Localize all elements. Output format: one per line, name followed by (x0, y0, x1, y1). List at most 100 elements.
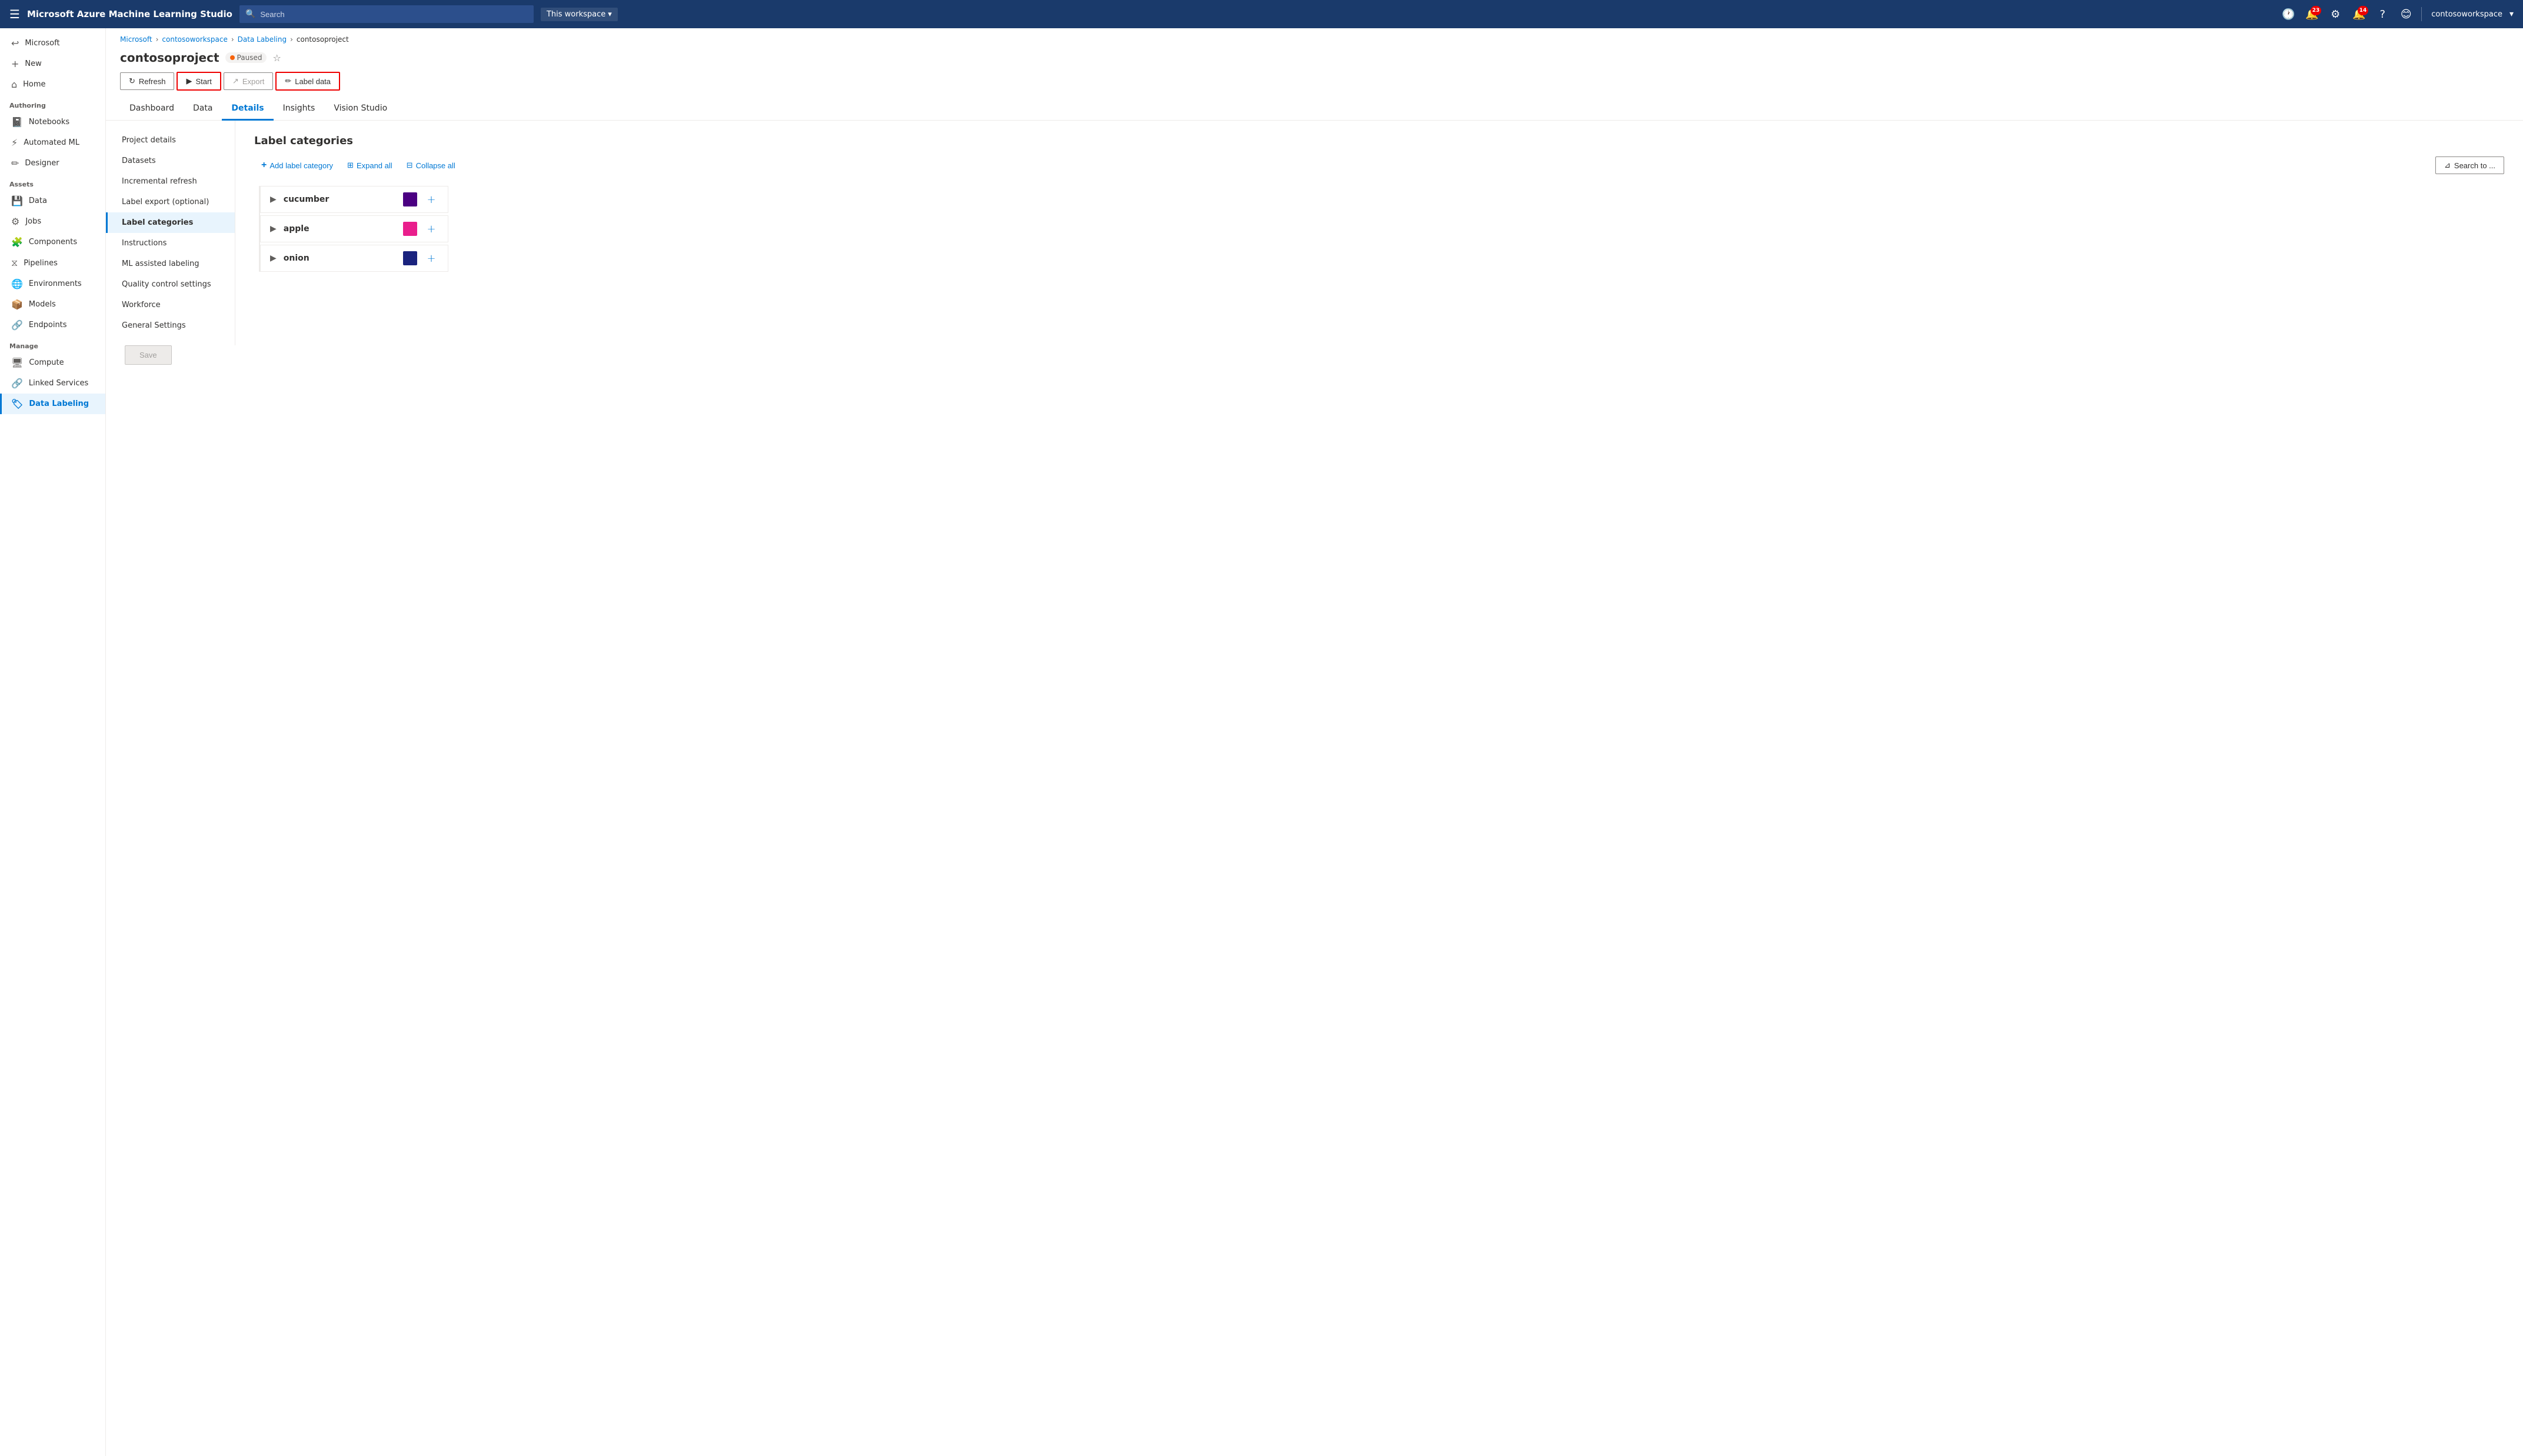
label-data-button[interactable]: ✏ Label data (275, 72, 340, 91)
sidebar-item-endpoints[interactable]: 🔗 Endpoints (0, 315, 105, 335)
refresh-label: Refresh (139, 77, 166, 86)
notification-badge-2: 14 (2358, 6, 2369, 15)
start-button[interactable]: ▶ Start (177, 72, 221, 91)
refresh-button[interactable]: ↻ Refresh (120, 72, 174, 90)
sidebar-item-designer[interactable]: ✏ Designer (0, 153, 105, 174)
onion-expand-icon[interactable]: ▶ (270, 254, 277, 263)
sidebar-item-microsoft[interactable]: ↩ Microsoft (0, 33, 105, 54)
breadcrumb-workspace[interactable]: contosoworkspace (162, 35, 227, 44)
workspace-label: This workspace (547, 10, 605, 19)
help-icon-btn[interactable]: ? (2372, 4, 2393, 25)
leftnav-general-settings[interactable]: General Settings (106, 315, 235, 336)
jobs-icon: ⚙ (11, 216, 19, 227)
sidebar-item-compute[interactable]: 🖥 Compute (0, 352, 105, 373)
user-chevron-icon[interactable]: ▾ (2509, 9, 2514, 19)
sidebar-item-new[interactable]: + New (0, 54, 105, 74)
sidebar-item-components[interactable]: 🧩 Components (0, 232, 105, 252)
tab-data-label: Data (193, 104, 212, 113)
tab-details[interactable]: Details (222, 98, 273, 121)
leftnav-label-export[interactable]: Label export (optional) (106, 192, 235, 212)
leftnav-workforce[interactable]: Workforce (106, 295, 235, 315)
app-layout: ↩ Microsoft + New ⌂ Home Authoring 📓 Not… (0, 28, 2523, 1456)
breadcrumb-data-labeling[interactable]: Data Labeling (238, 35, 287, 44)
sidebar-item-linked-services[interactable]: 🔗 Linked Services (0, 373, 105, 394)
sidebar-item-home[interactable]: ⌂ Home (0, 74, 105, 95)
alert-icon-btn[interactable]: 🔔 14 (2348, 4, 2369, 25)
nav-divider (2421, 7, 2422, 21)
components-icon: 🧩 (11, 236, 23, 248)
apple-add-child-button[interactable]: + (424, 222, 438, 236)
sidebar: ↩ Microsoft + New ⌂ Home Authoring 📓 Not… (0, 28, 106, 1456)
tab-insights[interactable]: Insights (274, 98, 325, 121)
export-button[interactable]: ↗ Export (224, 72, 273, 90)
leftnav-datasets[interactable]: Datasets (106, 151, 235, 171)
breadcrumb-current: contosoproject (297, 35, 349, 44)
tab-data[interactable]: Data (184, 98, 222, 121)
sidebar-item-notebooks[interactable]: 📓 Notebooks (0, 112, 105, 132)
user-icon-btn[interactable]: 😊 (2395, 4, 2417, 25)
breadcrumb-sep-3: › (290, 35, 293, 44)
sidebar-item-environments[interactable]: 🌐 Environments (0, 274, 105, 294)
apple-expand-icon[interactable]: ▶ (270, 224, 277, 234)
sidebar-item-data-labeling[interactable]: 🏷 Data Labeling (0, 394, 105, 414)
cucumber-add-child-button[interactable]: + (424, 192, 438, 206)
sidebar-automated-ml-label: Automated ML (24, 138, 79, 147)
breadcrumb-sep-1: › (156, 35, 159, 44)
expand-all-button[interactable]: ⊞ Expand all (340, 157, 400, 174)
automated-ml-icon: ⚡ (11, 137, 18, 148)
breadcrumb-sep-2: › (231, 35, 234, 44)
start-label: Start (195, 77, 211, 86)
tab-insights-label: Insights (283, 104, 315, 113)
clock-icon-btn[interactable]: 🕐 (2278, 4, 2299, 25)
sidebar-item-models[interactable]: 📦 Models (0, 294, 105, 315)
workspace-selector[interactable]: This workspace ▾ (541, 8, 618, 21)
save-button[interactable]: Save (125, 345, 172, 365)
status-dot-icon (230, 55, 235, 60)
endpoints-icon: 🔗 (11, 319, 23, 331)
search-input[interactable] (260, 10, 528, 19)
leftnav-incremental-refresh[interactable]: Incremental refresh (106, 171, 235, 192)
breadcrumb-microsoft[interactable]: Microsoft (120, 35, 152, 44)
onion-label-name: onion (284, 254, 396, 263)
sidebar-compute-label: Compute (29, 358, 64, 367)
tab-vision-studio[interactable]: Vision Studio (324, 98, 397, 121)
left-navigation: Project details Datasets Incremental ref… (106, 121, 235, 345)
leftnav-label-categories[interactable]: Label categories (106, 212, 235, 233)
onion-color-swatch[interactable] (403, 251, 417, 265)
leftnav-project-details[interactable]: Project details (106, 130, 235, 151)
leftnav-quality-control-label: Quality control settings (122, 280, 211, 289)
apple-color-swatch[interactable] (403, 222, 417, 236)
favorite-star-icon[interactable]: ☆ (272, 52, 281, 64)
search-filter-button[interactable]: ⊿ Search to ... (2435, 156, 2504, 174)
notification-icon-btn[interactable]: 🔔 23 (2301, 4, 2322, 25)
cucumber-expand-icon[interactable]: ▶ (270, 195, 277, 204)
tab-dashboard[interactable]: Dashboard (120, 98, 184, 121)
add-label-category-button[interactable]: + Add label category (254, 156, 340, 174)
collapse-all-button[interactable]: ⊟ Collapse all (400, 157, 462, 174)
label-item-apple: ▶ apple + (260, 215, 448, 242)
leftnav-quality-control[interactable]: Quality control settings (106, 274, 235, 295)
hamburger-icon[interactable]: ☰ (9, 7, 20, 21)
app-title: Microsoft Azure Machine Learning Studio (27, 9, 232, 19)
sidebar-item-automated-ml[interactable]: ⚡ Automated ML (0, 132, 105, 153)
sidebar-item-pipelines[interactable]: ⧖ Pipelines (0, 252, 105, 274)
leftnav-ml-assisted[interactable]: ML assisted labeling (106, 254, 235, 274)
label-item-onion: ▶ onion + (260, 245, 448, 272)
leftnav-instructions[interactable]: Instructions (106, 233, 235, 254)
settings-icon-btn[interactable]: ⚙ (2325, 4, 2346, 25)
sidebar-home-label: Home (23, 80, 45, 89)
sidebar-item-data[interactable]: 💾 Data (0, 191, 105, 211)
username-label[interactable]: contosoworkspace (2427, 10, 2507, 19)
page-title: contosoproject (120, 51, 219, 65)
leftnav-general-settings-label: General Settings (122, 321, 186, 330)
search-filter-label: Search to ... (2454, 161, 2495, 170)
content-area: Project details Datasets Incremental ref… (106, 121, 2523, 345)
onion-add-child-button[interactable]: + (424, 251, 438, 265)
label-data-label: Label data (295, 77, 331, 86)
sidebar-components-label: Components (29, 238, 77, 246)
cucumber-color-swatch[interactable] (403, 192, 417, 206)
tab-vision-studio-label: Vision Studio (334, 104, 387, 113)
search-bar[interactable]: 🔍 (239, 5, 534, 23)
manage-section-label: Manage (0, 335, 105, 352)
sidebar-item-jobs[interactable]: ⚙ Jobs (0, 211, 105, 232)
